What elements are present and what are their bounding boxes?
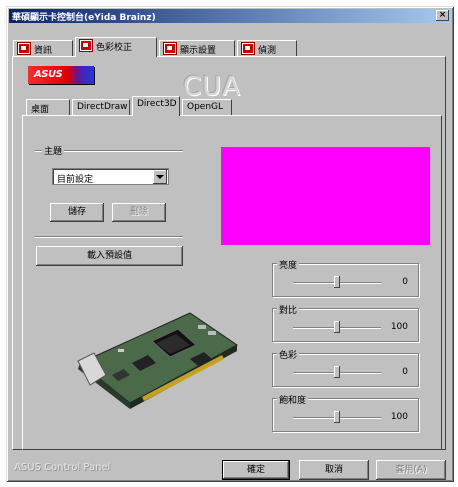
contrast-slider-group: 對比 100	[272, 303, 419, 342]
delete-button[interactable]: 刪除	[112, 203, 166, 222]
hue-thumb[interactable]	[334, 366, 340, 378]
ok-button[interactable]: 確定	[222, 460, 290, 480]
saturation-thumb[interactable]	[334, 411, 340, 423]
hue-label: 色彩	[277, 348, 300, 361]
saturation-value: 100	[390, 412, 408, 422]
apply-button[interactable]: 套用(A)	[376, 460, 446, 480]
hue-value: 0	[402, 367, 408, 377]
scheme-group-label: 主題	[42, 144, 65, 157]
brightness-slider-group: 亮度 0	[272, 258, 419, 297]
chevron-down-icon[interactable]	[153, 170, 167, 184]
scheme-select-value: 目前設定	[57, 175, 94, 185]
hue-slider-group: 色彩 0	[272, 348, 419, 387]
scheme-separator	[35, 236, 183, 238]
scheme-select[interactable]: 目前設定	[52, 168, 169, 185]
save-button[interactable]: 儲存	[50, 203, 104, 222]
contrast-thumb[interactable]	[334, 321, 340, 333]
load-default-button[interactable]: 載入預設值	[36, 246, 183, 266]
color-preview	[221, 147, 430, 245]
brightness-thumb[interactable]	[334, 276, 340, 288]
graphics-card-image	[77, 312, 238, 409]
contrast-label: 對比	[277, 303, 300, 316]
brightness-value: 0	[402, 277, 408, 287]
brightness-label: 亮度	[277, 258, 300, 271]
product-name: ASUS Control Panel	[14, 462, 111, 473]
saturation-label: 飽和度	[277, 393, 309, 406]
contrast-value: 100	[390, 322, 408, 332]
cancel-button[interactable]: 取消	[299, 460, 369, 480]
saturation-slider-group: 飽和度 100	[272, 393, 419, 432]
